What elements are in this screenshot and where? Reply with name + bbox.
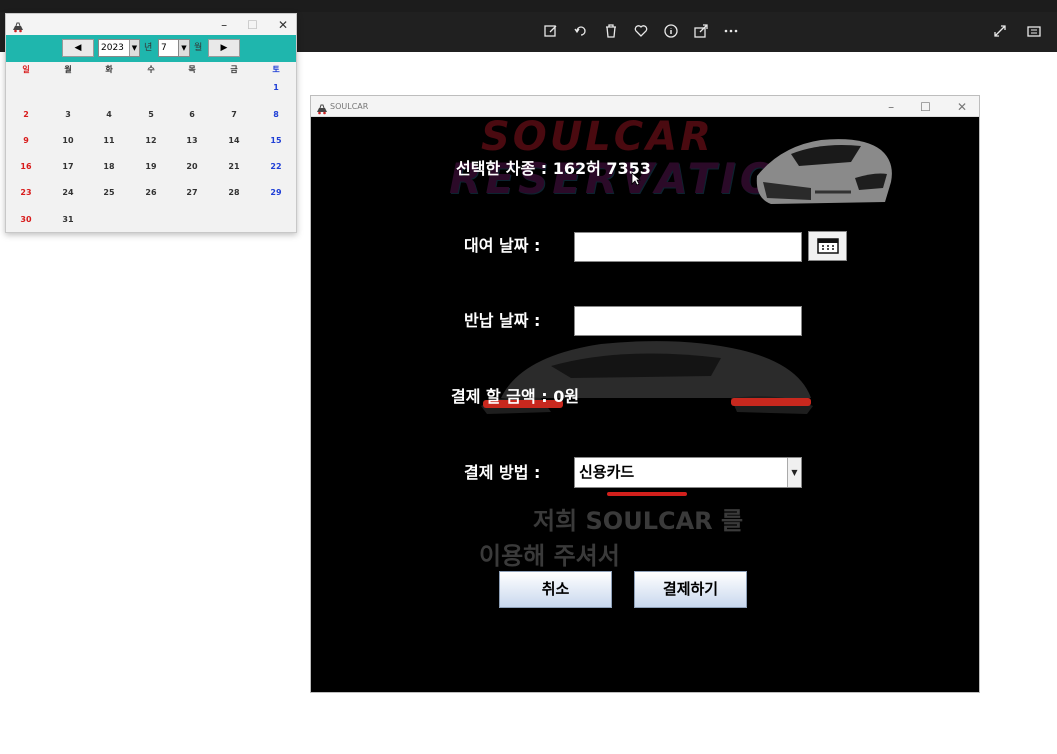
next-month-button[interactable]: ▶ bbox=[208, 39, 240, 57]
chevron-down-icon: ▼ bbox=[179, 40, 189, 56]
app-icon bbox=[316, 100, 328, 119]
calendar-day[interactable]: 31 bbox=[53, 215, 83, 224]
return-date-label: 반납 날짜 : bbox=[464, 311, 541, 330]
calendar-day[interactable]: 28 bbox=[219, 188, 249, 197]
pay-button[interactable]: 결제하기 bbox=[634, 571, 747, 608]
accent-line bbox=[607, 492, 687, 496]
calendar-day[interactable]: 20 bbox=[177, 162, 207, 171]
calendar-day[interactable]: 1 bbox=[261, 83, 291, 92]
maximize-button[interactable]: ☐ bbox=[920, 100, 931, 114]
calendar-titlebar: – ☐ ✕ bbox=[6, 14, 296, 35]
calendar-icon bbox=[816, 238, 839, 254]
minimize-button[interactable]: – bbox=[221, 18, 227, 32]
calendar-header: ◀ 2023 ▼ 년 7 ▼ 월 ▶ bbox=[6, 35, 296, 62]
calendar-day[interactable]: 6 bbox=[177, 110, 207, 119]
calendar-day[interactable]: 19 bbox=[136, 162, 166, 171]
slogan-line-1: 저희 SOULCAR 를 bbox=[533, 507, 744, 535]
heart-icon[interactable] bbox=[632, 23, 650, 41]
selected-car-label: 선택한 차종 : 162허 7353 bbox=[456, 159, 651, 178]
month-value: 7 bbox=[161, 43, 167, 53]
calendar-window: – ☐ ✕ ◀ 2023 ▼ 년 7 ▼ 월 ▶ 일 월 화 수 목 금 토 1… bbox=[5, 13, 297, 233]
year-value: 2023 bbox=[101, 43, 124, 53]
close-button[interactable]: ✕ bbox=[278, 18, 288, 32]
calendar-day[interactable]: 16 bbox=[11, 162, 41, 171]
rotate-icon[interactable] bbox=[572, 23, 590, 41]
viewer-tools bbox=[542, 12, 740, 52]
calendar-day[interactable]: 18 bbox=[94, 162, 124, 171]
calendar-day[interactable]: 2 bbox=[11, 110, 41, 119]
calendar-day[interactable]: 7 bbox=[219, 110, 249, 119]
soulcar-window: SOULCAR – ☐ ✕ SOULCAR RESERVATION 선택한 차종… bbox=[310, 95, 980, 693]
calendar-day[interactable]: 15 bbox=[261, 136, 291, 145]
payment-method-select[interactable]: 신용카드 ▼ bbox=[574, 457, 802, 488]
month-suffix: 월 bbox=[194, 43, 203, 53]
payment-amount-label: 결제 할 금액 : 0원 bbox=[451, 387, 580, 406]
weekday-label: 목 bbox=[188, 65, 196, 74]
panel-icon[interactable] bbox=[1025, 23, 1043, 41]
close-button[interactable]: ✕ bbox=[957, 100, 967, 114]
chevron-down-icon: ▼ bbox=[129, 40, 139, 56]
calendar-button[interactable] bbox=[808, 231, 847, 261]
minimize-button[interactable]: – bbox=[888, 100, 894, 114]
viewer-right-tools bbox=[991, 12, 1043, 52]
weekday-label: 수 bbox=[147, 65, 155, 74]
calendar-day[interactable]: 5 bbox=[136, 110, 166, 119]
info-icon[interactable] bbox=[662, 23, 680, 41]
window-title: SOULCAR bbox=[330, 102, 369, 111]
calendar-day[interactable]: 9 bbox=[11, 136, 41, 145]
soulcar-window-controls: – ☐ ✕ bbox=[888, 96, 967, 117]
calendar-day[interactable]: 30 bbox=[11, 215, 41, 224]
payment-method-value: 신용카드 bbox=[579, 463, 635, 481]
calendar-day[interactable]: 24 bbox=[53, 188, 83, 197]
calendar-day[interactable]: 22 bbox=[261, 162, 291, 171]
calendar-day[interactable]: 4 bbox=[94, 110, 124, 119]
cursor-icon bbox=[631, 172, 641, 186]
chevron-down-icon[interactable]: ▼ bbox=[787, 458, 801, 487]
more-icon[interactable] bbox=[722, 23, 740, 41]
share-icon[interactable] bbox=[692, 23, 710, 41]
month-dropdown[interactable]: ▼ bbox=[178, 39, 190, 57]
calendar-day[interactable]: 26 bbox=[136, 188, 166, 197]
calendar-day[interactable]: 21 bbox=[219, 162, 249, 171]
weekday-label: 화 bbox=[105, 65, 113, 74]
rental-date-field[interactable] bbox=[574, 232, 802, 262]
maximize-button[interactable]: ☐ bbox=[247, 18, 258, 32]
calendar-day[interactable]: 17 bbox=[53, 162, 83, 171]
top-strip bbox=[0, 0, 1057, 12]
calendar-day[interactable]: 8 bbox=[261, 110, 291, 119]
weekday-label: 토 bbox=[272, 65, 280, 74]
calendar-day[interactable]: 13 bbox=[177, 136, 207, 145]
year-suffix: 년 bbox=[144, 43, 153, 53]
edit-icon[interactable] bbox=[542, 23, 560, 41]
weekday-label: 월 bbox=[64, 65, 72, 74]
calendar-day[interactable]: 23 bbox=[11, 188, 41, 197]
rental-date-label: 대여 날짜 : bbox=[464, 236, 541, 255]
calendar-day[interactable]: 3 bbox=[53, 110, 83, 119]
calendar-day[interactable]: 10 bbox=[53, 136, 83, 145]
calendar-day[interactable]: 11 bbox=[94, 136, 124, 145]
weekday-label: 금 bbox=[230, 65, 238, 74]
calendar-day[interactable]: 27 bbox=[177, 188, 207, 197]
delete-icon[interactable] bbox=[602, 23, 620, 41]
expand-icon[interactable] bbox=[991, 23, 1009, 41]
calendar-day[interactable]: 29 bbox=[261, 188, 291, 197]
slogan-line-2: 이용해 주셔서 bbox=[479, 542, 620, 570]
weekday-label: 일 bbox=[22, 65, 30, 74]
payment-method-label: 결제 방법 : bbox=[464, 463, 541, 482]
car-front-illustration bbox=[756, 139, 892, 204]
calendar-day[interactable]: 25 bbox=[94, 188, 124, 197]
calendar-window-controls: – ☐ ✕ bbox=[221, 14, 288, 35]
calendar-day[interactable]: 14 bbox=[219, 136, 249, 145]
prev-month-button[interactable]: ◀ bbox=[62, 39, 94, 57]
calendar-day[interactable]: 12 bbox=[136, 136, 166, 145]
month-select[interactable]: 7 bbox=[158, 39, 180, 57]
cancel-button[interactable]: 취소 bbox=[499, 571, 612, 608]
year-select[interactable]: 2023 ▼ bbox=[98, 39, 140, 57]
return-date-field[interactable] bbox=[574, 306, 802, 336]
